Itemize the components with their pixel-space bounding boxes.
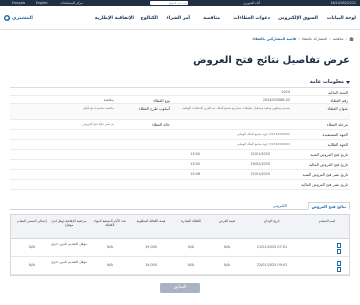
cell-guarantee: N/A bbox=[188, 245, 194, 249]
table-row[interactable]: 09:01 22/01/2025 N/A N/A 19,000 N/A مؤهل… bbox=[11, 257, 349, 275]
cell-offer: N/A bbox=[224, 263, 230, 267]
requester-label: الجهة الطالبة bbox=[327, 141, 348, 147]
cell-date: 09:01 22/01/2025 bbox=[256, 263, 288, 267]
method-value: مناقصة محدودة مع تأهيل bbox=[82, 105, 114, 110]
site-search-input[interactable]: بحث في الموقع bbox=[150, 1, 188, 5]
lang-fr-link[interactable]: Français bbox=[12, 1, 25, 5]
col-deposit-date: تاريخ الإيداع bbox=[264, 219, 280, 223]
cell-total: N/A bbox=[29, 245, 35, 249]
results-table: اسم المتقدم تاريخ الإيداع قيمة العرض الك… bbox=[10, 214, 350, 276]
cell-offer: N/A bbox=[224, 245, 230, 249]
cell-guarantee: N/A bbox=[188, 263, 194, 267]
sponsor-value: (3131008000) جهة مجمع الملك الوطني bbox=[236, 131, 290, 136]
tender-title-value: تصميم وتطوير وتنفيذ وتشغيل تطبيقات مشاري… bbox=[182, 105, 290, 110]
tender-no-value: 2024003588-02 bbox=[262, 97, 290, 102]
cell-required: 19,000 bbox=[145, 263, 157, 267]
section-title: معلومات عامة bbox=[309, 79, 344, 85]
tender-no-label: رقم العطاء bbox=[330, 97, 348, 103]
fin-open-date: 29/02/2025 bbox=[250, 161, 270, 166]
tech-publish-date: 22/01/2025 bbox=[250, 171, 270, 176]
tender-type-value: مناقصة bbox=[103, 97, 114, 102]
col-agreement-ref: مرجعية الإنفاقية (وهل لدى مؤهل) bbox=[51, 219, 87, 228]
document-icon[interactable] bbox=[337, 267, 341, 272]
fiscal-year-label: السنة المالية bbox=[328, 89, 348, 95]
nav-dashboard[interactable]: لوحة البيانات bbox=[327, 16, 356, 21]
tech-open-date: 22/01/2025 bbox=[250, 151, 270, 156]
main-nav: لوحة البيانات السوق الإلكتروني دعوات الع… bbox=[0, 10, 360, 30]
fin-publish-label: تاريخ نشر فتح العروض المالية bbox=[301, 181, 348, 187]
method-label: أسلوب طرح العطاء bbox=[138, 105, 170, 111]
table-row[interactable]: 07:01 21/01/2025 N/A N/A 19,000 N/A مؤهل… bbox=[11, 239, 349, 257]
document-icon[interactable] bbox=[337, 261, 341, 266]
fin-open-label: تاريخ فتح العروض المالية bbox=[308, 161, 348, 167]
general-info-grid: السنة المالية 2024 رقم العطاء 2024003588… bbox=[10, 87, 350, 190]
previous-button[interactable]: السابق bbox=[160, 283, 200, 293]
cell-days: N/A bbox=[107, 245, 113, 249]
user-menu[interactable]: أداء المتورين bbox=[243, 1, 260, 5]
user-profile[interactable]: المشتري ● bbox=[4, 15, 33, 21]
nav-purchase-order[interactable]: أمر الشراء bbox=[166, 16, 190, 21]
results-tabs: نتائج فتح العروض الكتروني bbox=[10, 201, 350, 210]
general-info-header[interactable]: معلومات عامة bbox=[310, 79, 350, 85]
fiscal-year-value: 2024 bbox=[281, 89, 290, 94]
cell-date: 07:01 21/01/2025 bbox=[256, 245, 288, 249]
requester-value: (3131008000) جهة مجمع الملك الوطني bbox=[236, 141, 290, 146]
tender-type-label: نوع العطاء bbox=[153, 97, 170, 103]
breadcrumb-participants[interactable]: قائمة المشاركين بالعطاء bbox=[252, 37, 296, 41]
lang-en-link[interactable]: English bbox=[36, 1, 48, 5]
document-icon[interactable] bbox=[337, 243, 341, 248]
tender-title-label: عنوان العطاء bbox=[327, 105, 348, 111]
document-icon[interactable] bbox=[337, 249, 341, 254]
tech-publish-label: تاريخ نشر فتح العروض الفنية bbox=[302, 171, 348, 177]
col-guarantee: الكفالة الصادرة bbox=[180, 219, 202, 223]
user-name: المشتري bbox=[12, 15, 33, 21]
tab-opening-results[interactable]: نتائج فتح العروض bbox=[307, 202, 350, 210]
nav-tender[interactable]: مناقصة bbox=[203, 16, 220, 21]
cell-ref: مؤهل للتقديم تأمين دخول bbox=[50, 260, 88, 264]
col-days-remaining: عدد الأيام المتبقية لانتهاء الكفالة bbox=[93, 219, 127, 228]
user-avatar-icon: ● bbox=[4, 15, 10, 21]
cell-total: N/A bbox=[29, 263, 35, 267]
col-required-guarantee: قيمة الكفالة المطلوبة bbox=[136, 219, 166, 223]
collapse-caret-icon[interactable] bbox=[346, 80, 350, 84]
help-center-link[interactable]: مركز المساعدات bbox=[60, 1, 83, 5]
tab-electronic[interactable]: الكتروني bbox=[270, 202, 290, 210]
tech-open-time: 13:00 bbox=[190, 151, 200, 156]
breadcrumb: › مناقصة › المشاركة بالعطاء › قائمة المش… bbox=[252, 37, 354, 41]
sponsor-label: الجهة المستفيدة bbox=[322, 131, 348, 137]
status-label: حالة العطاء bbox=[151, 121, 170, 127]
status-value: تم نشر نتائج فتح العروض bbox=[82, 121, 114, 126]
nav-framework-agreement[interactable]: الإتفاقية الإطارية bbox=[95, 16, 134, 21]
nav-tender-invitations[interactable]: دعوات العطاءات bbox=[233, 16, 270, 21]
table-header: اسم المتقدم تاريخ الإيداع قيمة العرض الك… bbox=[11, 215, 349, 239]
phone-number: 16/10/452/1221 bbox=[330, 1, 356, 5]
nav-catalog[interactable]: الكتالوج bbox=[141, 16, 159, 21]
col-total: إجمالي المستر المقدم bbox=[17, 219, 47, 223]
col-offer-value: قيمة العرض bbox=[218, 219, 236, 223]
breadcrumb-participation[interactable]: المشاركة بالعطاء bbox=[302, 37, 328, 41]
breadcrumb-tender[interactable]: مناقصة bbox=[333, 37, 344, 41]
cell-days: N/A bbox=[107, 263, 113, 267]
home-icon[interactable] bbox=[349, 37, 354, 41]
nav-marketplace[interactable]: السوق الإلكتروني bbox=[278, 16, 318, 21]
cell-required: 19,000 bbox=[145, 245, 157, 249]
col-applicant: اسم المتقدم bbox=[318, 219, 336, 223]
fin-open-time: 13:00 bbox=[190, 161, 200, 166]
cell-ref: مؤهل للتقديم تأمين دخول bbox=[50, 242, 88, 246]
stage-label: مرحلة العطاء bbox=[326, 121, 348, 127]
tech-open-label: تاريخ فتح العروض الفنية bbox=[310, 151, 348, 157]
page-title: عرض تفاصيل نتائج فتح العروض bbox=[193, 55, 350, 66]
top-strip: 16/10/452/1221 أداء المتورين بحث في المو… bbox=[0, 0, 360, 6]
tech-publish-time: 15:48 bbox=[190, 171, 200, 176]
